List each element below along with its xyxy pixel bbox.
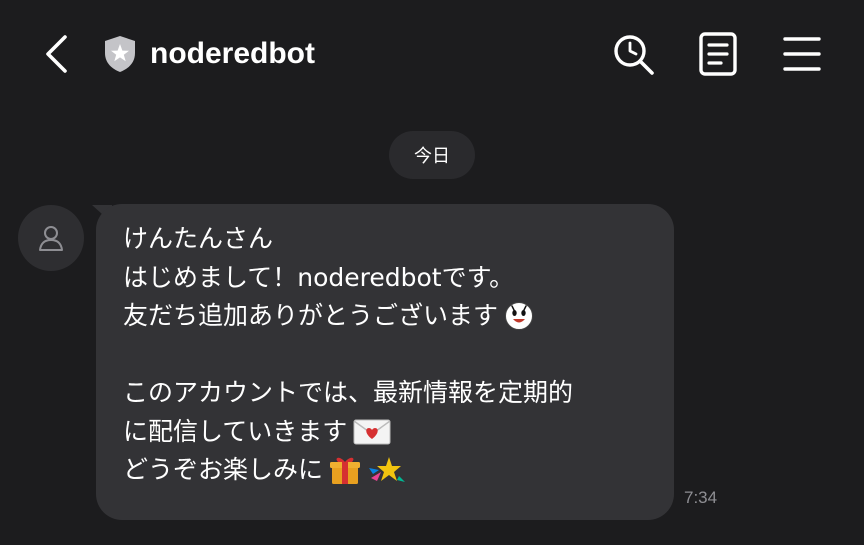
search-icon — [614, 35, 654, 75]
chat-header: noderedbot — [0, 0, 864, 110]
chat-title: noderedbot — [150, 37, 315, 70]
message-line: どうぞお楽しみに — [123, 451, 652, 490]
menu-icon — [783, 37, 821, 71]
gift-emoji — [330, 458, 361, 485]
message-time: 7:34 — [684, 488, 718, 507]
back-arrow-icon — [46, 35, 67, 73]
message-text: このアカウントでは、最新情報を定期的 — [123, 378, 574, 407]
message-text: はじめまして！noderedbotです。 — [123, 262, 515, 292]
message-text: どうぞお楽しみに — [123, 455, 324, 484]
message-line: に配信していきます — [123, 413, 652, 452]
notes-button[interactable] — [695, 30, 741, 78]
love-letter-emoji — [353, 419, 391, 445]
official-badge-icon — [105, 36, 135, 72]
smiling-face-emoji — [505, 302, 534, 331]
message-text: けんたんさん — [123, 224, 274, 253]
avatar[interactable] — [18, 205, 84, 271]
message-bubble[interactable]: けんたんさん はじめまして！noderedbotです。 友だち追加ありがとうござ… — [96, 204, 674, 520]
message-line: 友だち追加ありがとうございます — [123, 297, 652, 336]
message-line: はじめまして！noderedbotです。 — [123, 259, 652, 298]
message-line: けんたんさん — [123, 220, 652, 259]
message-text: に配信していきます — [123, 416, 348, 446]
user-silhouette-icon — [39, 226, 63, 251]
notes-icon — [699, 32, 737, 76]
search-button[interactable] — [610, 30, 656, 78]
message-text: 友だち追加ありがとうございます — [123, 301, 499, 330]
date-separator: 今日 — [389, 131, 475, 179]
message-line: このアカウントでは、最新情報を定期的 — [123, 374, 652, 413]
back-button[interactable] — [40, 34, 76, 74]
message-line — [123, 336, 652, 375]
shooting-star-emoji — [369, 457, 406, 483]
menu-button[interactable] — [779, 30, 825, 78]
